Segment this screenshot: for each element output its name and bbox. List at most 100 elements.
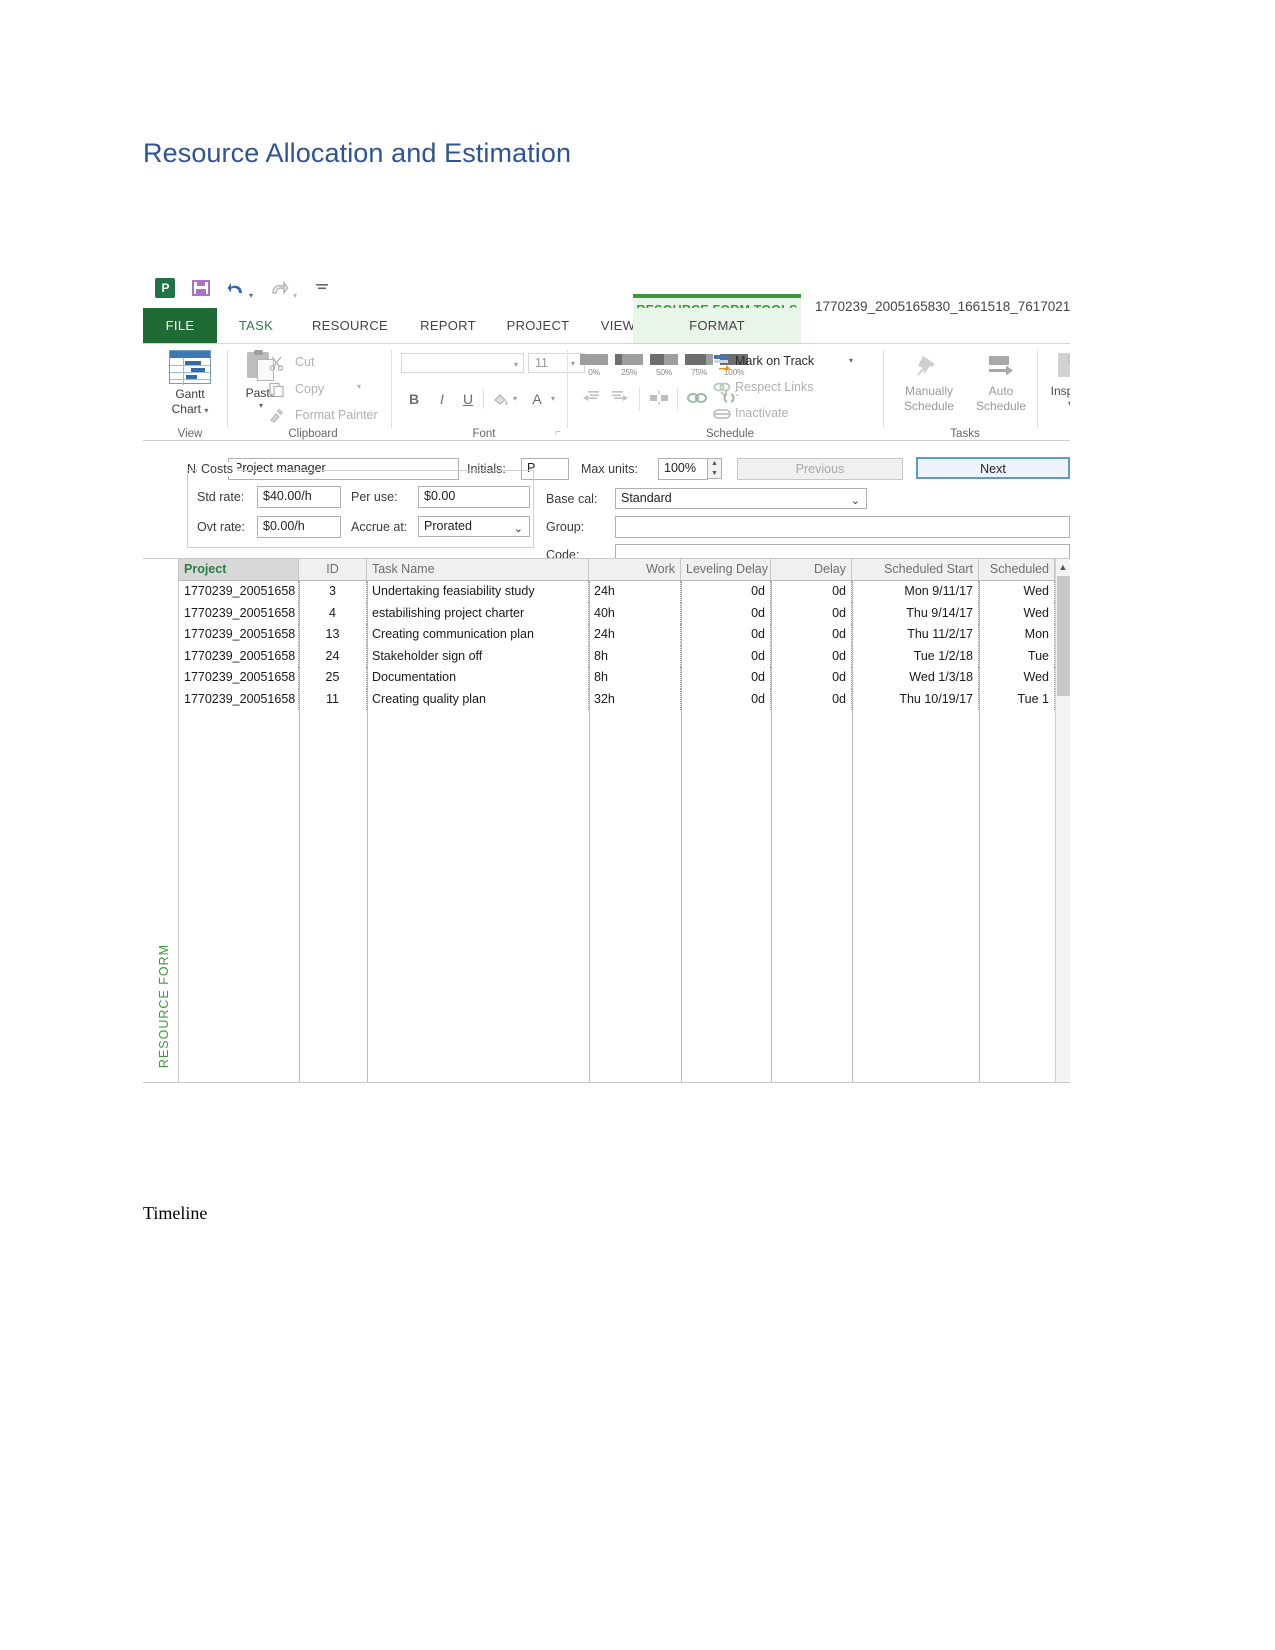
cell-project[interactable]: 1770239_20051658 xyxy=(179,624,299,646)
bold-button[interactable]: B xyxy=(405,389,423,409)
link-tasks-icon[interactable] xyxy=(685,389,709,409)
scroll-up-icon[interactable]: ▲ xyxy=(1056,559,1070,575)
customize-qat-icon[interactable] xyxy=(315,278,329,299)
format-painter-button[interactable]: Format Painter xyxy=(295,408,378,422)
table-row[interactable]: 1770239_20051658 25 Documentation 8h 0d 0d Wed… xyxy=(179,667,1070,689)
cell-id[interactable]: 3 xyxy=(299,581,367,603)
column-header-scheduled-start[interactable]: Scheduled Start xyxy=(852,559,979,580)
stepper-down-icon[interactable]: ▼ xyxy=(708,469,721,479)
cell-task[interactable]: Creating communication plan xyxy=(367,624,589,646)
indent-task-icon[interactable] xyxy=(608,389,632,409)
cell-task[interactable]: Stakeholder sign off xyxy=(367,645,589,667)
cell-leveling-delay[interactable]: 0d xyxy=(681,581,771,603)
background-color-icon[interactable] xyxy=(493,391,510,407)
scrollbar-thumb[interactable] xyxy=(1057,576,1070,696)
column-header-task-name[interactable]: Task Name xyxy=(367,559,589,580)
cell-project[interactable]: 1770239_20051658 xyxy=(179,581,299,603)
cell-project[interactable]: 1770239_20051658 xyxy=(179,602,299,624)
font-color-button[interactable]: A xyxy=(528,389,546,409)
respect-links-button[interactable]: Respect Links xyxy=(735,380,814,394)
cell-id[interactable]: 11 xyxy=(299,688,367,710)
table-row[interactable]: 1770239_20051658 4 estabilishing project c… xyxy=(179,602,1070,624)
cell-finish[interactable]: Mon xyxy=(979,624,1055,646)
gantt-chart-button[interactable]: Gantt Chart ▾ xyxy=(157,350,223,418)
cell-task[interactable]: estabilishing project charter xyxy=(367,602,589,624)
column-header-leveling-delay[interactable]: Leveling Delay xyxy=(681,559,771,580)
cell-leveling-delay[interactable]: 0d xyxy=(681,602,771,624)
cell-leveling-delay[interactable]: 0d xyxy=(681,645,771,667)
cell-delay[interactable]: 0d xyxy=(771,688,852,710)
tab-format[interactable]: FORMAT xyxy=(633,308,801,344)
table-row[interactable]: 1770239_20051658 3 Undertaking feasiabilit… xyxy=(179,581,1070,603)
cell-delay[interactable]: 0d xyxy=(771,667,852,689)
cell-work[interactable]: 24h xyxy=(589,624,681,646)
table-row[interactable]: 1770239_20051658 11 Creating quality plan 3… xyxy=(179,688,1070,710)
cell-work[interactable]: 24h xyxy=(589,581,681,603)
cell-work[interactable]: 8h xyxy=(589,667,681,689)
grid-vertical-scrollbar[interactable]: ▲ xyxy=(1055,559,1070,1083)
split-task-icon[interactable] xyxy=(647,389,671,409)
redo-icon[interactable]: ▾ xyxy=(271,278,297,301)
outdent-task-icon[interactable] xyxy=(579,389,603,409)
table-row[interactable]: 1770239_20051658 13 Creating communication… xyxy=(179,624,1070,646)
column-header-project[interactable]: Project xyxy=(179,559,299,580)
cell-task[interactable]: Documentation xyxy=(367,667,589,689)
cell-work[interactable]: 40h xyxy=(589,602,681,624)
std-rate-input[interactable]: $40.00/h xyxy=(257,486,341,508)
cell-id[interactable]: 13 xyxy=(299,624,367,646)
cell-delay[interactable]: 0d xyxy=(771,624,852,646)
cell-leveling-delay[interactable]: 0d xyxy=(681,688,771,710)
underline-button[interactable]: U xyxy=(459,389,477,409)
cell-finish[interactable]: Tue xyxy=(979,645,1055,667)
cell-start[interactable]: Wed 1/3/18 xyxy=(852,667,979,689)
column-header-scheduled-finish[interactable]: Scheduled xyxy=(979,559,1055,580)
cell-leveling-delay[interactable]: 0d xyxy=(681,624,771,646)
next-button[interactable]: Next xyxy=(916,457,1070,479)
per-use-input[interactable]: $0.00 xyxy=(418,486,530,508)
cell-task[interactable]: Creating quality plan xyxy=(367,688,589,710)
percent-0-button[interactable]: 0% xyxy=(577,354,611,377)
cell-work[interactable]: 8h xyxy=(589,645,681,667)
cut-button[interactable]: Cut xyxy=(295,355,314,369)
tab-project[interactable]: PROJECT xyxy=(491,308,585,344)
cell-finish[interactable]: Wed xyxy=(979,667,1055,689)
max-units-stepper[interactable]: ▲ ▼ xyxy=(708,458,722,479)
cell-id[interactable]: 25 xyxy=(299,667,367,689)
chevron-down-icon[interactable]: ⌄ xyxy=(514,520,523,539)
chevron-down-icon[interactable]: ▾ xyxy=(204,406,208,415)
cell-start[interactable]: Thu 9/14/17 xyxy=(852,602,979,624)
stepper-up-icon[interactable]: ▲ xyxy=(708,459,721,469)
inactivate-button[interactable]: Inactivate xyxy=(735,406,789,420)
manually-schedule-button[interactable]: Manually Schedule xyxy=(893,350,965,414)
inspect-button[interactable]: ? Inspect ▾ xyxy=(1041,350,1070,408)
cell-finish[interactable]: Wed xyxy=(979,602,1055,624)
tab-resource[interactable]: RESOURCE xyxy=(295,308,405,344)
cell-start[interactable]: Tue 1/2/18 xyxy=(852,645,979,667)
mark-on-track-button[interactable]: Mark on Track xyxy=(735,354,814,368)
cell-project[interactable]: 1770239_20051658 xyxy=(179,667,299,689)
font-size-chevron-down-icon[interactable]: ▾ xyxy=(571,359,575,368)
copy-chevron-down-icon[interactable]: ▾ xyxy=(357,382,361,391)
column-header-id[interactable]: ID xyxy=(299,559,367,580)
cell-start[interactable]: Thu 11/2/17 xyxy=(852,624,979,646)
base-cal-select[interactable]: Standard ⌄ xyxy=(615,488,867,509)
tab-file[interactable]: FILE xyxy=(143,308,217,344)
cell-delay[interactable]: 0d xyxy=(771,581,852,603)
tab-task[interactable]: TASK xyxy=(217,308,295,344)
accrue-at-select[interactable]: Prorated ⌄ xyxy=(418,516,530,537)
cell-leveling-delay[interactable]: 0d xyxy=(681,667,771,689)
cell-project[interactable]: 1770239_20051658 xyxy=(179,645,299,667)
cell-id[interactable]: 24 xyxy=(299,645,367,667)
percent-75-button[interactable]: 75% xyxy=(682,354,716,377)
inspect-chevron-down-icon[interactable]: ▾ xyxy=(1041,399,1070,408)
undo-icon[interactable]: ▾ xyxy=(227,278,253,301)
save-icon[interactable] xyxy=(191,278,211,298)
auto-schedule-button[interactable]: Auto Schedule xyxy=(969,350,1033,414)
percent-50-button[interactable]: 50% xyxy=(647,354,681,377)
font-name-combobox[interactable]: ▾ xyxy=(401,353,524,373)
cell-work[interactable]: 32h xyxy=(589,688,681,710)
group-input[interactable] xyxy=(615,516,1070,538)
table-row[interactable]: 1770239_20051658 24 Stakeholder sign off 8h… xyxy=(179,645,1070,667)
cell-start[interactable]: Mon 9/11/17 xyxy=(852,581,979,603)
fill-chevron-down-icon[interactable]: ▾ xyxy=(513,394,517,403)
